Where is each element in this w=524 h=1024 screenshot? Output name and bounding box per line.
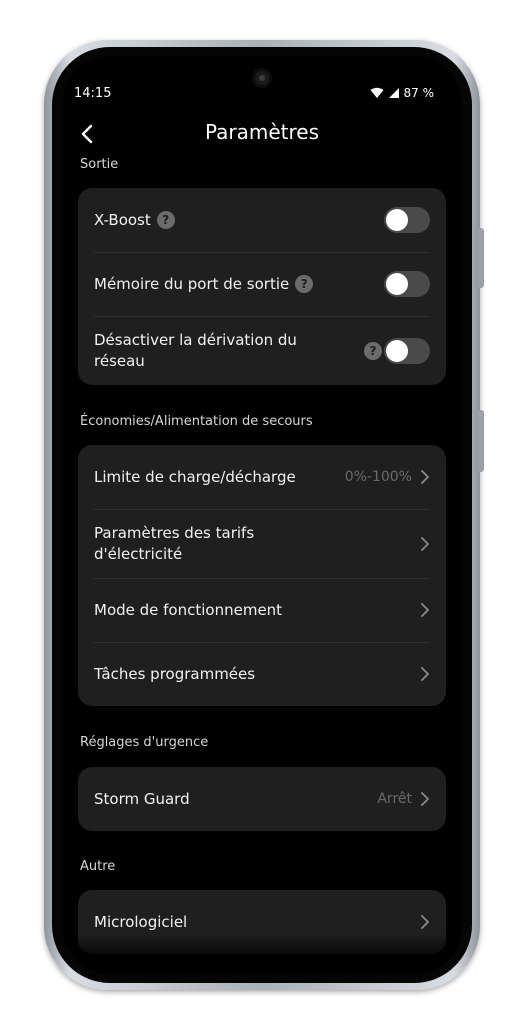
grid-bypass-label-group: Désactiver la dérivation du réseau (94, 330, 314, 372)
section-label-emergency: Réglages d'urgence (80, 735, 209, 750)
volume-button (478, 228, 484, 288)
status-time: 14:15 (74, 86, 112, 101)
chevron-right-icon (421, 667, 429, 681)
charge-limit-value: 0%-100% (344, 469, 412, 485)
section-label-savings: Économies/Alimentation de secours (80, 414, 313, 429)
help-icon[interactable]: ? (295, 275, 314, 293)
toggle-knob (386, 209, 408, 231)
help-icon[interactable]: ? (364, 341, 382, 360)
status-icons: 87 % (370, 86, 435, 100)
x-boost-label: X-Boost (94, 210, 151, 229)
firmware-label: Micrologiciel (94, 912, 188, 931)
emergency-card: Storm Guard Arrêt (78, 767, 446, 831)
x-boost-toggle[interactable] (384, 207, 430, 233)
electricity-tariff-label-group: Paramètres des tarifs d'électricité (94, 523, 294, 565)
battery-percent: 87 % (403, 86, 435, 100)
chevron-right-icon (421, 792, 429, 806)
storm-guard-right: Arrêt (377, 791, 430, 807)
electricity-tariff-row[interactable]: Paramètres des tarifs d'électricité (78, 509, 446, 578)
toggle-knob (386, 339, 408, 362)
x-boost-row: X-Boost ? (78, 188, 446, 252)
grid-bypass-controls: ? (364, 337, 430, 364)
wifi-icon (370, 87, 383, 98)
charge-limit-row[interactable]: Limite de charge/décharge 0%-100% (78, 445, 446, 509)
storm-guard-row[interactable]: Storm Guard Arrêt (78, 767, 446, 831)
power-button (478, 410, 484, 472)
grid-bypass-row: Désactiver la dérivation du réseau ? (78, 316, 446, 385)
screen: 14:15 87 % Paramètres Sortie X-Boost ? M… (62, 56, 462, 974)
operating-mode-row[interactable]: Mode de fonctionnement (78, 578, 446, 642)
output-port-memory-label-group: Mémoire du port de sortie ? (94, 274, 314, 295)
operating-mode-label: Mode de fonctionnement (94, 600, 283, 619)
electricity-tariff-label: Paramètres des tarifs d'électricité (94, 523, 255, 563)
output-card: X-Boost ? Mémoire du port de sortie ? Dé… (78, 188, 446, 385)
grid-bypass-toggle[interactable] (384, 337, 430, 364)
storm-guard-label: Storm Guard (94, 789, 190, 808)
chevron-right-icon (421, 470, 429, 484)
section-label-output: Sortie (80, 157, 119, 172)
cellular-signal-icon (388, 88, 399, 98)
chevron-right-icon (421, 603, 429, 617)
help-icon[interactable]: ? (156, 211, 175, 229)
charge-limit-right: 0%-100% (345, 469, 430, 485)
scheduled-tasks-label: Tâches programmées (94, 664, 256, 683)
chevron-right-icon (421, 915, 429, 929)
section-label-other: Autre (80, 859, 116, 874)
output-port-memory-toggle[interactable] (384, 271, 430, 297)
storm-guard-value: Arrêt (377, 791, 412, 807)
output-port-memory-label: Mémoire du port de sortie (94, 274, 290, 293)
grid-bypass-label: Désactiver la dérivation du réseau (94, 330, 297, 370)
bottom-fade (62, 934, 462, 974)
scheduled-tasks-row[interactable]: Tâches programmées (78, 642, 446, 706)
x-boost-label-group: X-Boost ? (94, 210, 175, 231)
page-title: Paramètres (204, 120, 320, 144)
savings-card: Limite de charge/décharge 0%-100% Paramè… (78, 445, 446, 706)
toggle-knob (386, 273, 408, 295)
output-port-memory-row: Mémoire du port de sortie ? (78, 252, 446, 316)
chevron-right-icon (421, 536, 429, 551)
front-camera (252, 68, 272, 88)
charge-limit-label: Limite de charge/décharge (94, 467, 296, 486)
